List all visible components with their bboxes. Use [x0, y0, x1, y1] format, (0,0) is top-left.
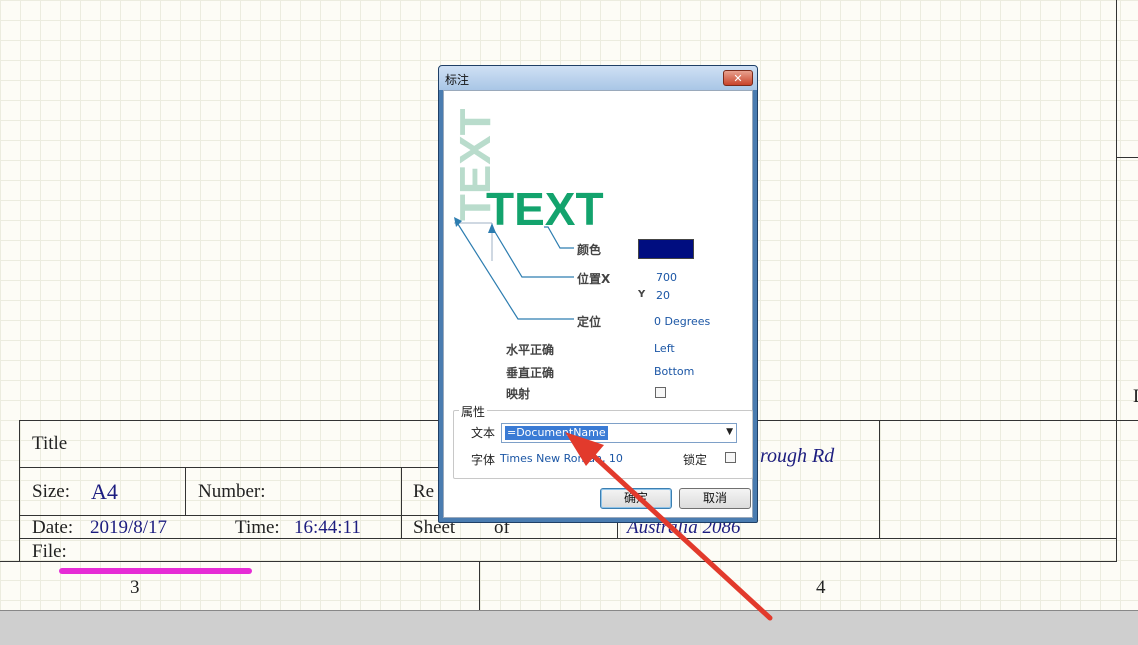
right-zone-tick — [1116, 157, 1138, 158]
horizontal-justify-value[interactable]: Left — [654, 342, 675, 355]
title-label: Title — [32, 433, 68, 454]
zone-label-3: 3 — [130, 577, 140, 598]
text-label: 文本 — [471, 426, 496, 440]
font-value[interactable]: Times New Roman, 10 — [500, 452, 623, 465]
zone-label-4: 4 — [816, 577, 826, 598]
time-value: 16:44:11 — [294, 517, 361, 538]
sheet-border-right — [1116, 0, 1117, 562]
cancel-button[interactable]: 取消 — [679, 488, 751, 509]
number-label: Number: — [198, 481, 266, 502]
size-label: Size: — [32, 481, 70, 502]
dialog-client-area: TEXT TEXT 颜色 位置X 700 Y 20 定位 0 Degrees 水… — [443, 90, 753, 518]
zone-divider — [479, 562, 480, 610]
properties-group-title: 属性 — [459, 403, 488, 420]
mirror-label: 映射 — [506, 387, 531, 401]
size-number-divider — [185, 467, 186, 515]
vertical-justify-value[interactable]: Bottom — [654, 365, 694, 378]
right-zone-tick-lower — [1116, 420, 1138, 421]
size-value: A4 — [91, 479, 118, 504]
magenta-underline-annotation — [59, 568, 252, 574]
text-combobox[interactable]: =DocumentName ▼ — [501, 423, 737, 443]
color-label: 颜色 — [577, 243, 602, 257]
horizontal-justify-label: 水平正确 — [506, 343, 555, 357]
dialog-title: 标注 — [445, 73, 470, 87]
date-row-divider — [19, 538, 1117, 539]
text-combobox-value[interactable]: =DocumentName — [505, 426, 608, 440]
address-divider — [879, 420, 880, 538]
lock-checkbox[interactable] — [725, 452, 736, 463]
address-line-1: rough Rd — [760, 445, 835, 467]
number-revision-divider — [401, 467, 402, 538]
close-icon: ✕ — [733, 72, 743, 85]
annotation-dialog[interactable]: 标注 ✕ TEXT TEXT 颜色 位置X 700 Y 20 定位 0 Degr… — [438, 65, 758, 523]
date-value: 2019/8/17 — [90, 517, 168, 538]
chevron-down-icon[interactable]: ▼ — [726, 427, 733, 437]
lock-label: 锁定 — [683, 453, 708, 467]
dialog-titlebar[interactable]: 标注 ✕ — [439, 66, 757, 90]
zone-label-d: D — [1133, 386, 1138, 408]
date-label: Date: — [32, 517, 74, 538]
revision-label: Re — [413, 481, 435, 502]
position-y-value[interactable]: 20 — [656, 289, 670, 302]
font-label: 字体 — [471, 453, 496, 467]
close-button[interactable]: ✕ — [723, 70, 753, 86]
position-x-label: 位置X — [577, 272, 611, 286]
color-swatch[interactable] — [638, 239, 694, 259]
file-label: File: — [32, 541, 67, 562]
properties-group — [453, 410, 753, 479]
vertical-justify-label: 垂直正确 — [506, 366, 555, 380]
orientation-value[interactable]: 0 Degrees — [654, 315, 710, 328]
ok-button[interactable]: 确定 — [600, 488, 672, 509]
position-y-label: Y — [638, 289, 646, 300]
mirror-checkbox[interactable] — [655, 387, 666, 398]
title-block-left-line — [19, 420, 20, 562]
orientation-label: 定位 — [577, 315, 602, 329]
sheet-border-bottom — [0, 561, 1117, 562]
orientation-leader-line — [455, 220, 574, 320]
position-x-value[interactable]: 700 — [656, 271, 677, 284]
time-label: Time: — [235, 517, 280, 538]
